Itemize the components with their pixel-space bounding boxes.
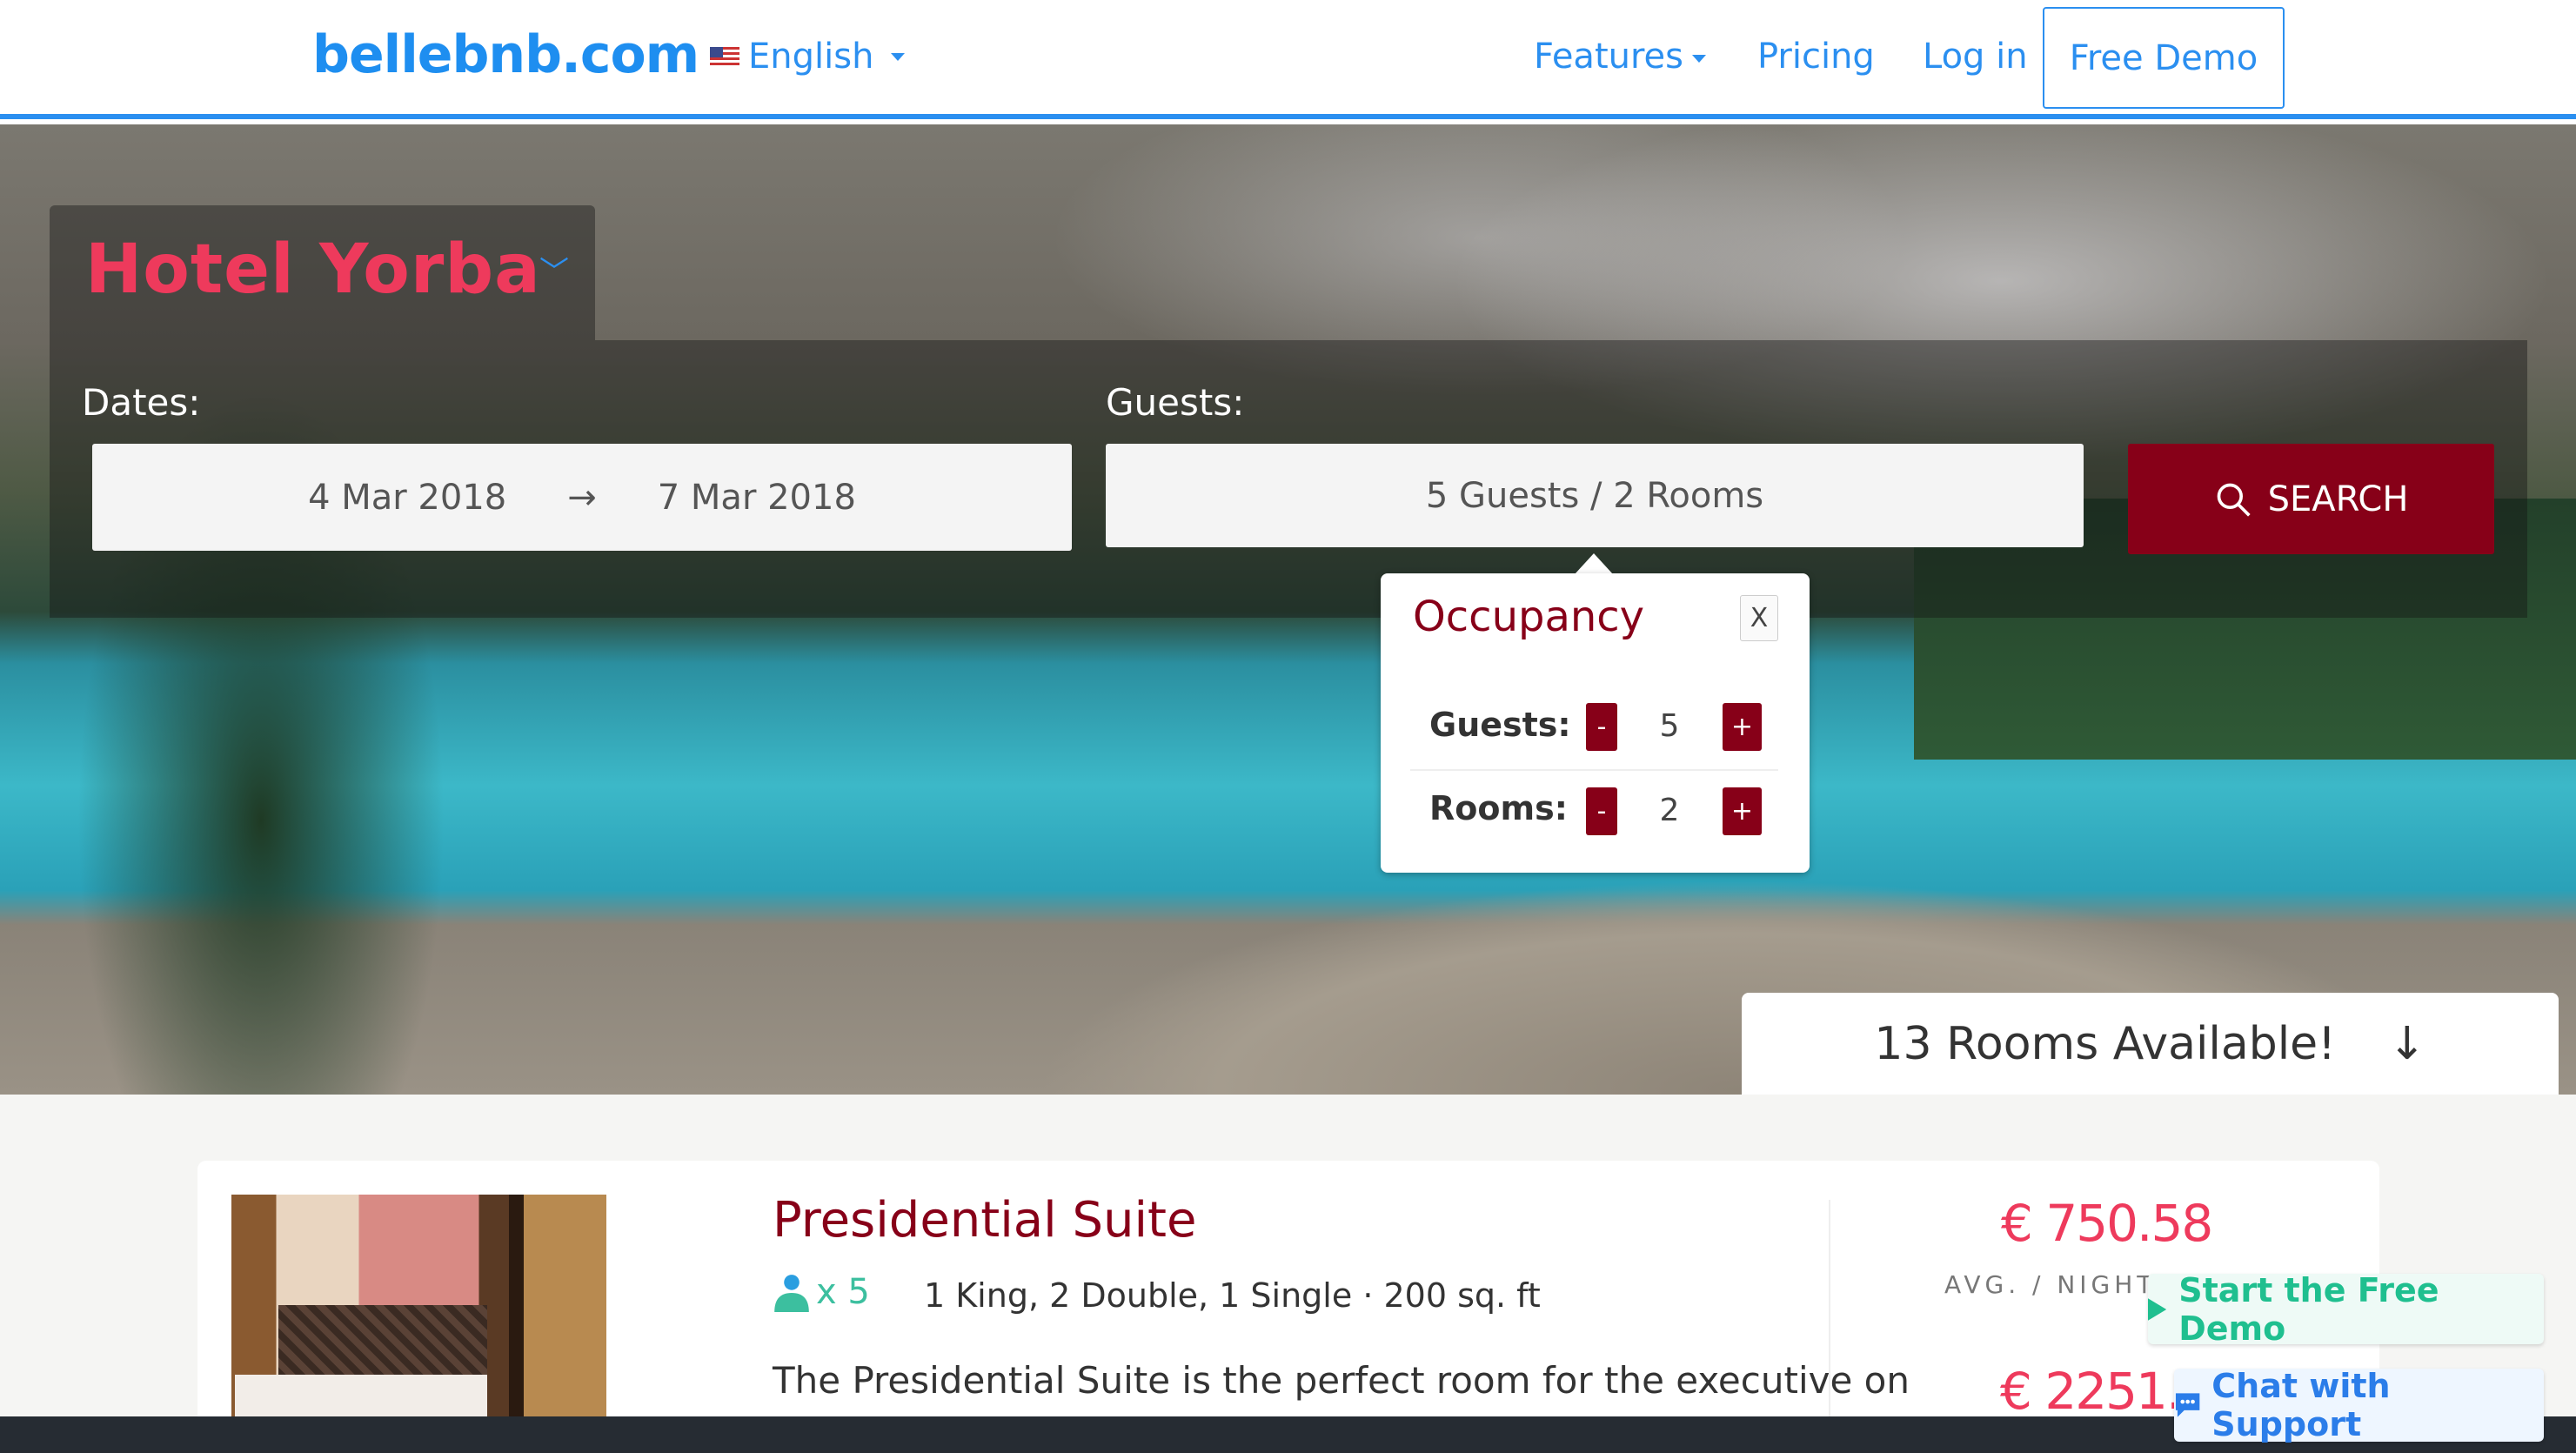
search-icon <box>2217 483 2251 517</box>
occupancy-count: x 5 <box>816 1272 870 1312</box>
arrow-down-icon: ↓ <box>2388 1017 2426 1070</box>
chevron-down-icon[interactable]: ﹀ <box>539 248 569 291</box>
close-button[interactable]: X <box>1740 595 1778 641</box>
rooms-plus-button[interactable]: + <box>1723 787 1762 835</box>
nav-pricing[interactable]: Pricing <box>1757 37 1875 77</box>
rooms-row-label: Rooms: <box>1429 789 1568 827</box>
arrow-right-icon: → <box>567 477 597 518</box>
room-title[interactable]: Presidential Suite <box>773 1192 1196 1249</box>
guests-row-label: Guests: <box>1429 706 1571 744</box>
us-flag-icon <box>710 47 739 66</box>
popover-title: Occupancy <box>1413 593 1645 641</box>
divider <box>1410 769 1778 771</box>
guests-count: 5 <box>1659 708 1680 744</box>
avg-night-label: AVG. / NIGHT ( <box>1944 1270 2183 1299</box>
nav-login[interactable]: Log in <box>1923 37 2028 77</box>
rooms-available-text: 13 Rooms Available! <box>1874 1017 2337 1070</box>
start-demo-label: Start the Free Demo <box>2178 1270 2439 1348</box>
logo[interactable]: bellebnb.com <box>312 24 699 85</box>
hotel-name[interactable]: Hotel Yorba <box>85 231 541 309</box>
language-selector[interactable]: English <box>710 37 906 77</box>
guests-input[interactable]: 5 Guests / 2 Rooms <box>1106 444 2084 547</box>
guests-label: Guests: <box>1106 381 1245 424</box>
dates-label: Dates: <box>82 381 201 424</box>
nav-features[interactable]: Features <box>1534 37 1706 77</box>
chat-label: Chat with Support <box>2211 1367 2391 1443</box>
room-occupancy: x 5 <box>773 1272 870 1312</box>
language-label: English <box>748 37 874 77</box>
room-image-bed <box>235 1375 487 1416</box>
play-icon <box>2148 1297 2167 1321</box>
divider <box>1829 1200 1830 1416</box>
person-icon <box>774 1275 809 1312</box>
room-details: 1 King, 2 Double, 1 Single · 200 sq. ft <box>924 1276 1541 1315</box>
rooms-count: 2 <box>1659 793 1680 828</box>
free-demo-button[interactable]: Free Demo <box>2043 7 2285 109</box>
check-out-date: 7 Mar 2018 <box>657 477 856 518</box>
caret-down-icon <box>891 52 906 61</box>
guests-plus-button[interactable]: + <box>1723 703 1762 751</box>
chat-bubble-icon <box>2175 1393 2200 1417</box>
caret-down-icon <box>1692 54 1706 63</box>
chat-support-button[interactable]: Chat with Support <box>2174 1367 2544 1443</box>
search-button[interactable]: SEARCH <box>2128 444 2494 554</box>
room-description: The Presidential Suite is the perfect ro… <box>773 1359 1910 1402</box>
popover-arrow <box>1575 553 1613 574</box>
guests-minus-button[interactable]: - <box>1586 703 1617 751</box>
occupancy-popover: Occupancy X Guests: - 5 + Rooms: - 2 + <box>1381 573 1810 873</box>
rooms-minus-button[interactable]: - <box>1586 787 1617 835</box>
search-label: SEARCH <box>2267 479 2409 519</box>
check-in-date: 4 Mar 2018 <box>308 477 507 518</box>
rooms-available-banner[interactable]: 13 Rooms Available! ↓ <box>1742 993 2559 1095</box>
start-free-demo-button[interactable]: Start the Free Demo <box>2148 1271 2544 1348</box>
price-avg-night: € 750.58 <box>2001 1194 2213 1253</box>
date-range-input[interactable]: 4 Mar 2018 → 7 Mar 2018 <box>92 444 1072 551</box>
